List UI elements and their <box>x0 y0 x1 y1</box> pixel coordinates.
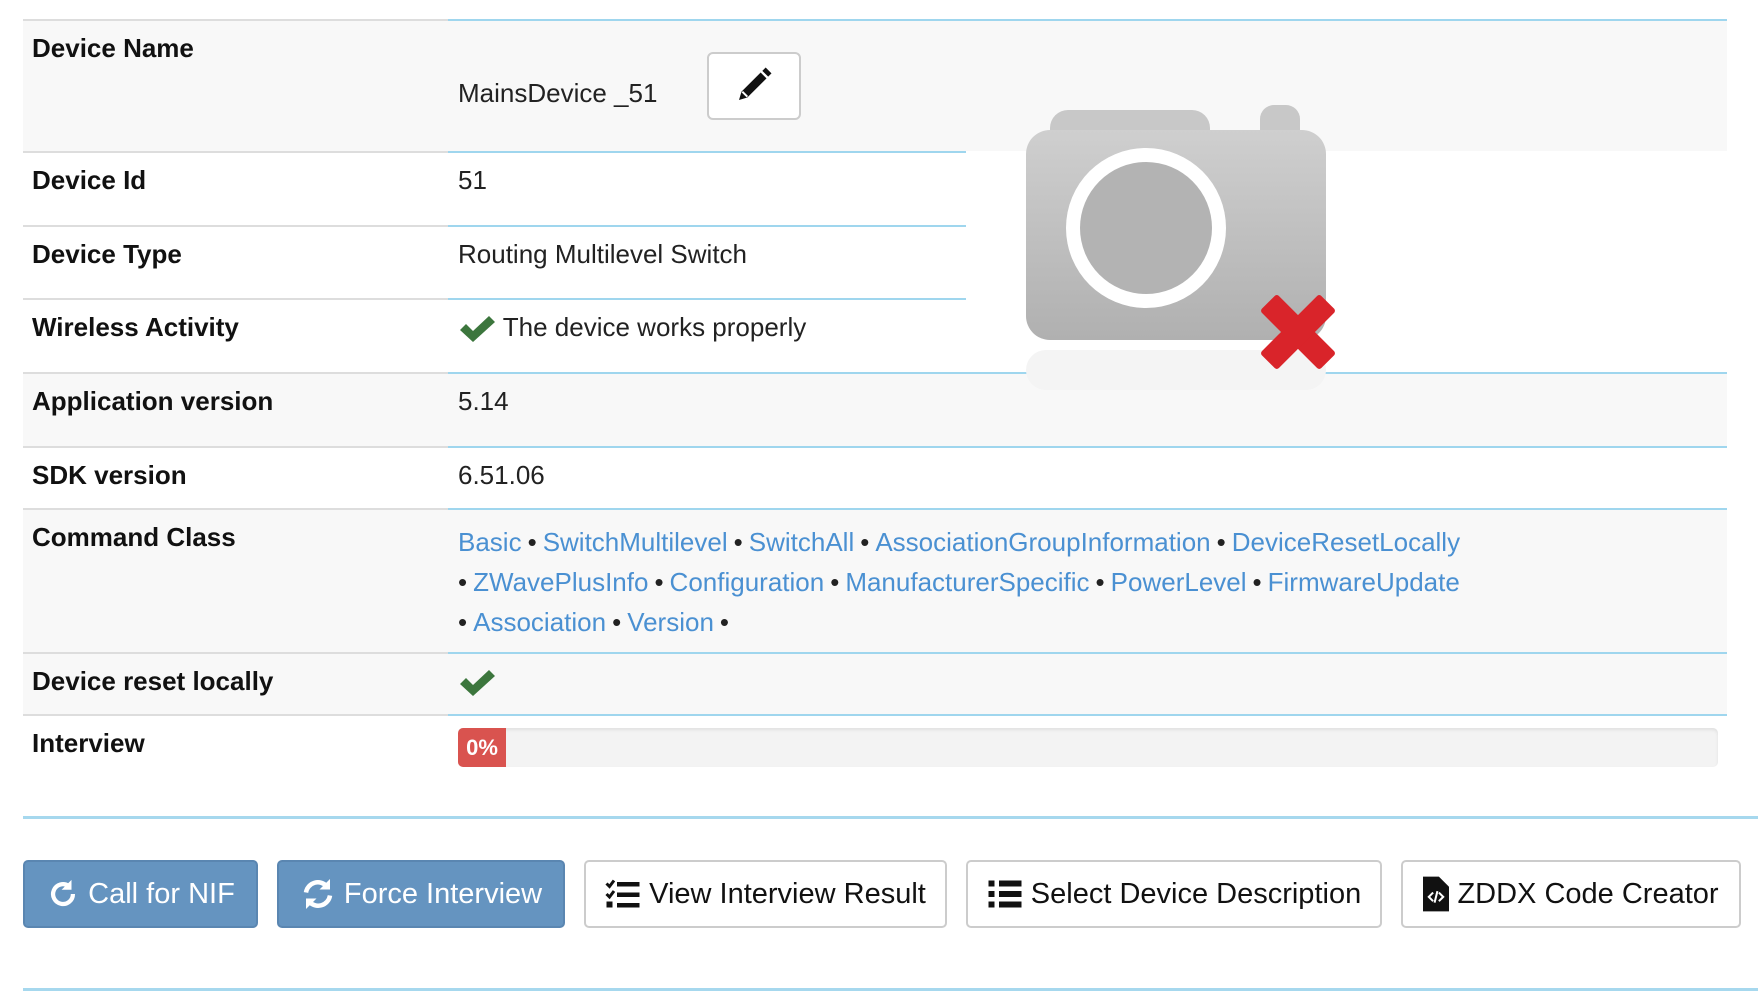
zddx-code-creator-label: ZDDX Code Creator <box>1457 877 1719 910</box>
interview-progress-bar: 0% <box>458 728 506 767</box>
device-name-value: MainsDevice _51 <box>458 78 658 108</box>
row-device-type: Device Type Routing Multilevel Switch <box>23 225 966 298</box>
separator: • <box>527 527 537 557</box>
pencil-icon <box>739 67 772 100</box>
zddx-code-creator-button[interactable]: ZDDX Code Creator <box>1401 860 1741 928</box>
interview-progress: 0% <box>458 728 1718 767</box>
command-class-list: Basic • SwitchMultilevel • SwitchAll • Associa… <box>458 522 1708 642</box>
cc-link[interactable]: Association <box>473 607 606 637</box>
select-device-description-label: Select Device Description <box>1030 877 1362 910</box>
force-interview-label: Force Interview <box>343 877 543 910</box>
separator: • <box>1095 567 1105 597</box>
label-sdk: SDK version <box>32 460 187 490</box>
separator: • <box>1216 527 1226 557</box>
list-check-icon <box>605 879 640 908</box>
cc-link[interactable]: ZWavePlusInfo <box>473 567 648 597</box>
reset-value <box>458 666 496 698</box>
list-icon <box>988 880 1022 908</box>
separator: • <box>1252 567 1262 597</box>
view-interview-result-button[interactable]: View Interview Result <box>584 860 947 928</box>
cc-link[interactable]: AssociationGroupInformation <box>875 527 1210 557</box>
file-code-icon <box>1423 876 1450 912</box>
label-reset: Device reset locally <box>32 666 274 696</box>
row-device-name: Device Name MainsDevice _51 <box>23 19 1727 151</box>
separator: • <box>719 607 730 637</box>
check-icon <box>460 316 495 343</box>
divider <box>23 988 1758 991</box>
device-type-value: Routing Multilevel Switch <box>458 239 748 269</box>
cc-link[interactable]: Basic <box>458 527 522 557</box>
wireless-value: The device works properly <box>458 312 806 344</box>
cc-link[interactable]: SwitchAll <box>749 527 854 557</box>
force-interview-button[interactable]: Force Interview <box>277 860 565 928</box>
separator: • <box>733 527 743 557</box>
divider <box>23 816 1758 819</box>
call-for-nif-label: Call for NIF <box>88 877 235 910</box>
separator: • <box>830 567 840 597</box>
label-command-class: Command Class <box>32 522 236 552</box>
row-app-version: Application version 5.14 <box>23 372 1727 446</box>
cc-link[interactable]: ManufacturerSpecific <box>845 567 1089 597</box>
label-wireless: Wireless Activity <box>32 312 239 342</box>
row-device-reset: Device reset locally <box>23 652 1727 714</box>
device-id-value: 51 <box>458 165 487 195</box>
select-device-description-button[interactable]: Select Device Description <box>966 860 1382 928</box>
label-device-id: Device Id <box>32 165 147 195</box>
separator: • <box>458 607 468 637</box>
call-for-nif-button[interactable]: Call for NIF <box>23 860 258 928</box>
cc-link[interactable]: Version <box>627 607 714 637</box>
sync-icon <box>303 879 333 909</box>
row-device-id: Device Id 51 <box>23 151 966 225</box>
row-sdk-version: SDK version 6.51.06 <box>23 446 1727 508</box>
sdk-value: 6.51.06 <box>458 460 545 490</box>
label-device-type: Device Type <box>32 239 182 269</box>
label-interview: Interview <box>32 728 145 758</box>
label-app-version: Application version <box>32 386 274 416</box>
view-interview-result-label: View Interview Result <box>649 877 926 910</box>
cc-link[interactable]: Configuration <box>670 567 825 597</box>
app-version-value: 5.14 <box>458 386 509 416</box>
separator: • <box>612 607 622 637</box>
camera-missing-icon <box>1026 105 1335 390</box>
separator: • <box>860 527 870 557</box>
separator: • <box>458 567 468 597</box>
cc-link[interactable]: FirmwareUpdate <box>1268 567 1460 597</box>
wireless-text: The device works properly <box>502 312 807 342</box>
label-device-name: Device Name <box>32 33 194 63</box>
row-command-class: Command Class Basic • SwitchMultilevel • Swi… <box>23 508 1727 652</box>
check-icon <box>460 670 495 697</box>
cc-link[interactable]: DeviceResetLocally <box>1232 527 1460 557</box>
cc-link[interactable]: PowerLevel <box>1111 567 1247 597</box>
row-wireless-activity: Wireless Activity The device works prope… <box>23 298 966 372</box>
refresh-icon <box>51 879 76 907</box>
separator: • <box>654 567 664 597</box>
cc-link[interactable]: SwitchMultilevel <box>543 527 728 557</box>
edit-name-button[interactable] <box>707 52 801 120</box>
